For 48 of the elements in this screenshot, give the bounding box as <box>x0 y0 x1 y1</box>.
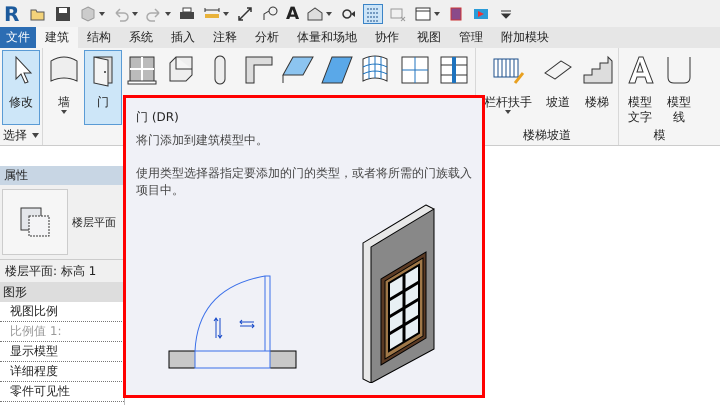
ribbon-tool-button[interactable]: 门 <box>84 50 122 125</box>
ribbon-tab[interactable]: 结构 <box>78 27 120 48</box>
caret-icon[interactable] <box>505 110 511 114</box>
tag-icon[interactable] <box>261 4 279 22</box>
instance-selector[interactable]: 楼层平面: 标高 1 <box>0 259 124 282</box>
caret-icon[interactable] <box>434 12 440 16</box>
app-logo[interactable]: R <box>4 2 24 26</box>
diagonal-arrow-icon[interactable] <box>236 4 254 22</box>
caret-icon[interactable] <box>32 132 39 138</box>
ribbon-tab[interactable]: 管理 <box>450 27 492 48</box>
ribbon-tab[interactable]: 协作 <box>366 27 408 48</box>
ribbon-tool-button[interactable]: 模型 线 <box>660 50 698 126</box>
ribbon-tab[interactable]: 分析 <box>246 27 288 48</box>
group-header[interactable]: 图形 <box>0 282 124 302</box>
ribbon-tool-button[interactable]: 楼梯 <box>578 50 616 125</box>
ribbon-tool-button[interactable]: 坡道 <box>539 50 577 125</box>
ribbon-tab[interactable]: 建筑 <box>36 27 78 48</box>
ribbon-tab[interactable]: 体量和场地 <box>288 27 366 48</box>
caret-icon[interactable] <box>61 110 67 114</box>
panel-title: 模 <box>654 127 666 144</box>
ribbon-tool-button[interactable]: 修改 <box>2 50 40 125</box>
caret-icon[interactable] <box>165 12 171 16</box>
ribbon-tool-button[interactable]: 墙 <box>45 50 83 125</box>
caret-icon[interactable] <box>132 12 138 16</box>
save-icon[interactable] <box>54 4 72 22</box>
caret-icon[interactable] <box>326 12 332 16</box>
tooltip-description: 使用类型选择器指定要添加的门的类型，或者将所需的门族载入项目中。 <box>136 165 472 199</box>
ribbon-tab[interactable]: 文件 <box>0 27 36 48</box>
tooltip-title: 门 (DR) <box>136 109 180 126</box>
type-name: 楼层平面 <box>72 214 116 230</box>
floor-plan-view-icon <box>19 206 51 238</box>
house-icon[interactable] <box>306 4 324 22</box>
ribbon-tool-button[interactable]: 栏杆扶手 <box>478 50 538 125</box>
panel-title: 楼梯坡道 <box>523 126 571 144</box>
tooltip-summary: 将门添加到建筑模型中。 <box>136 132 269 149</box>
window-icon[interactable] <box>414 4 432 22</box>
ribbon-tab[interactable]: 注释 <box>204 27 246 48</box>
ribbon-tab[interactable]: 附加模块 <box>492 27 558 48</box>
dashed-lines-icon[interactable] <box>364 4 382 22</box>
caret-icon[interactable] <box>223 12 229 16</box>
ribbon-tab[interactable]: 视图 <box>408 27 450 48</box>
caret-icon[interactable] <box>99 12 105 16</box>
ribbon-tab[interactable]: 插入 <box>162 27 204 48</box>
properties-header: 属性 <box>0 166 124 185</box>
panel-title: 选择 <box>3 126 27 144</box>
ribbon-tab[interactable]: 系统 <box>120 27 162 48</box>
text-tool-button[interactable]: A <box>286 4 300 22</box>
ribbon-tool-button[interactable]: 模型 文字 <box>621 50 659 126</box>
